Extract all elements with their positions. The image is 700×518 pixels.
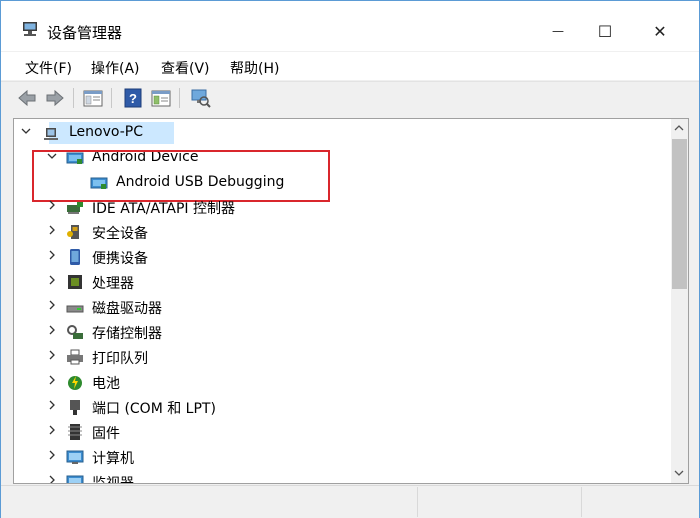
properties-icon[interactable] [83,88,103,108]
close-icon: ✕ [653,21,667,41]
minimize-icon: — [552,24,564,38]
tree-item-label: 固件 [92,426,120,442]
tree-item-label: 计算机 [92,451,134,467]
disk-drive-icon [66,305,84,313]
processor-icon [68,275,82,289]
tree-item-label: 存储控制器 [92,326,162,342]
back-icon[interactable] [17,88,37,108]
scroll-up-icon[interactable] [674,123,684,133]
status-bar [1,485,699,518]
toolbar-separator [179,88,180,108]
tree-item-label: 便携设备 [92,251,148,267]
chevron-right-icon[interactable] [46,449,58,461]
tree-item-storage-controllers[interactable]: 存储控制器 [14,320,669,344]
maximize-button[interactable]: ☐ [582,15,628,47]
help-icon[interactable]: ? [123,88,143,108]
tree-item-label: 监视器 [92,476,134,484]
menu-bar: 文件(F) 操作(A) 查看(V) 帮助(H) [1,52,699,80]
port-icon [70,400,80,415]
chevron-right-icon[interactable] [46,249,58,261]
toolbar: ? [1,81,699,114]
status-pane [417,487,582,517]
tree-item-ports[interactable]: 端口 (COM 和 LPT) [14,395,669,419]
toolbar-separator [111,88,112,108]
tree-item-firmware[interactable]: 固件 [14,420,669,444]
portable-device-icon [70,249,80,265]
status-pane [581,487,699,517]
battery-icon [68,376,82,390]
minimize-button[interactable]: — [535,15,581,47]
security-device-icon [67,225,79,239]
device-manager-window: 设备管理器 — ☐ ✕ 文件(F) 操作(A) 查看(V) 帮助(H) ? Le… [0,0,700,518]
forward-icon[interactable] [45,88,65,108]
tree-item-label: IDE ATA/ATAPI 控制器 [92,201,236,217]
svg-text:?: ? [129,91,137,106]
chevron-right-icon[interactable] [46,199,58,211]
ide-controller-icon [67,202,83,214]
storage-controller-icon [67,325,83,339]
chevron-right-icon[interactable] [46,299,58,311]
tree-item-security-devices[interactable]: 安全设备 [14,220,669,244]
tree-item-label: 打印队列 [92,351,148,367]
chevron-right-icon[interactable] [46,474,58,484]
computer-icon [66,450,84,464]
computer-icon [44,128,58,140]
chevron-right-icon[interactable] [46,374,58,386]
chevron-right-icon[interactable] [46,424,58,436]
menu-action[interactable]: 操作(A) [91,58,140,78]
tree-item-computer[interactable]: 计算机 [14,445,669,469]
tree-item-print-queues[interactable]: 打印队列 [14,345,669,369]
scan-hardware-icon[interactable] [191,88,211,108]
tree-root-label: Lenovo-PC [69,124,143,140]
chevron-down-icon[interactable] [20,125,32,137]
chevron-right-icon[interactable] [46,324,58,336]
menu-file[interactable]: 文件(F) [25,58,72,78]
tree-item-disk-drives[interactable]: 磁盘驱动器 [14,295,669,319]
chevron-right-icon[interactable] [46,274,58,286]
chevron-right-icon[interactable] [46,349,58,361]
chevron-right-icon[interactable] [46,399,58,411]
tree-item-ide-controller[interactable]: IDE ATA/ATAPI 控制器 [14,195,669,219]
update-driver-icon[interactable] [151,88,171,108]
scroll-down-icon[interactable] [674,468,684,478]
firmware-icon [68,424,82,440]
window-title: 设备管理器 [47,24,123,42]
tree-item-processors[interactable]: 处理器 [14,270,669,294]
menu-help[interactable]: 帮助(H) [230,58,279,78]
menu-view[interactable]: 查看(V) [161,58,210,78]
tree-item-monitors[interactable]: 监视器 [14,470,669,484]
tree-item-batteries[interactable]: 电池 [14,370,669,394]
tree-item-label: 处理器 [92,276,134,292]
printer-icon [67,349,83,365]
tree-item-label: 端口 (COM 和 LPT) [92,401,216,417]
tree-item-label: 电池 [92,376,120,392]
tree-root[interactable]: Lenovo-PC [14,121,669,145]
vertical-scrollbar[interactable] [671,119,688,483]
scrollbar-thumb[interactable] [672,139,687,289]
monitor-icon [66,475,84,483]
close-button[interactable]: ✕ [637,15,683,47]
toolbar-separator [73,88,74,108]
chevron-right-icon[interactable] [46,224,58,236]
tree-item-label: 磁盘驱动器 [92,301,162,317]
device-manager-app-icon [23,22,37,36]
title-bar: 设备管理器 — ☐ ✕ [1,1,699,51]
device-tree: Lenovo-PC Android Device Android USB Deb… [13,118,689,484]
tree-item-label: 安全设备 [92,226,148,242]
maximize-icon: ☐ [597,21,613,41]
tree-item-portable-devices[interactable]: 便携设备 [14,245,669,269]
